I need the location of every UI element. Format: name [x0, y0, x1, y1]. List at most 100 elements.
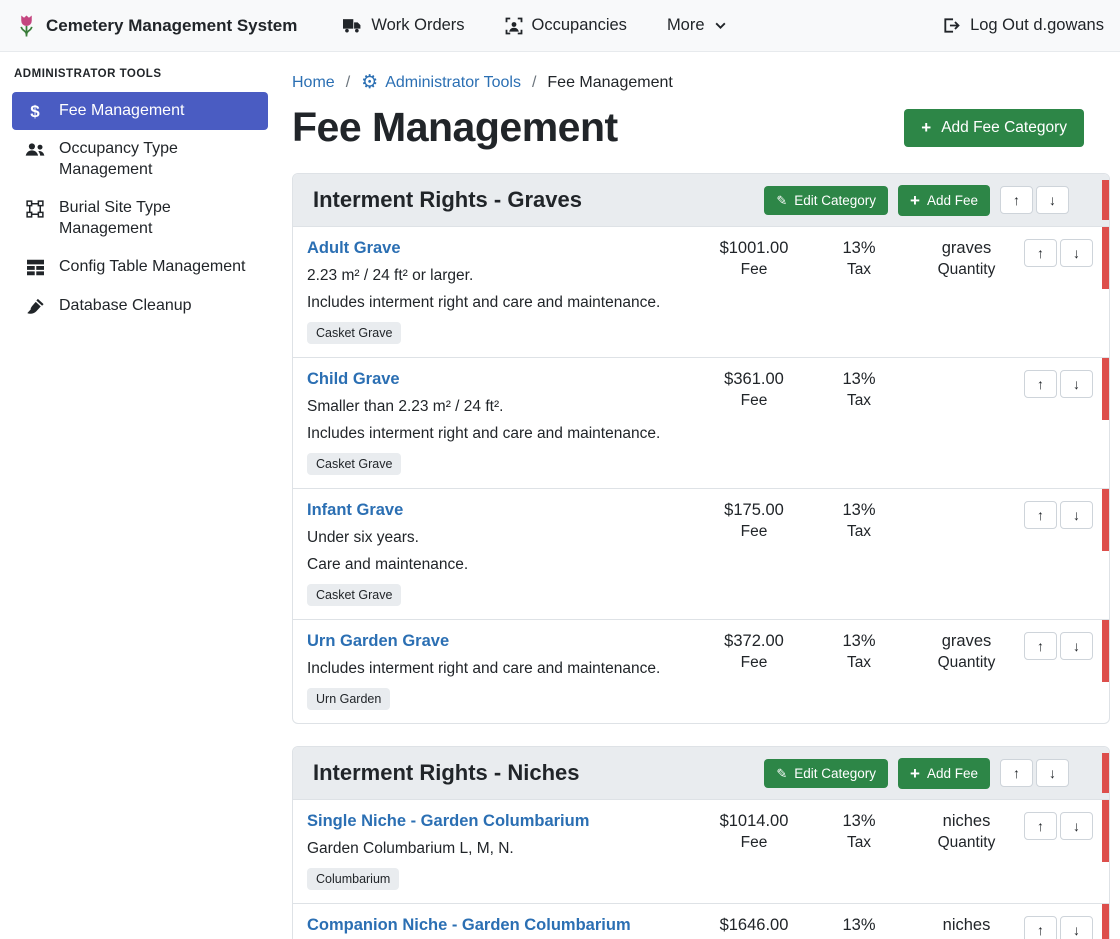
category-actions: ✎ Edit Category + Add Fee ↑ ↓: [764, 185, 1089, 216]
quantity-cell: graves Quantity: [909, 632, 1024, 710]
fee-name-link[interactable]: Infant Grave: [307, 501, 699, 520]
fee-amount-value: $175.00: [699, 501, 809, 520]
tax-value: 13%: [809, 239, 909, 258]
arrow-up-icon: ↑: [1037, 818, 1044, 834]
sidebar-item-fee-management[interactable]: $ Fee Management: [12, 92, 268, 130]
move-category-up-button[interactable]: ↑: [1000, 759, 1033, 787]
fee-amount-value: $1001.00: [699, 239, 809, 258]
fee-amount-label: Fee: [699, 261, 809, 279]
fee-info-cell: Single Niche - Garden Columbarium Garden…: [307, 812, 699, 890]
fee-reorder-controls: ↑ ↓: [1024, 812, 1110, 840]
tax-cell: 13% Tax: [809, 632, 909, 710]
breadcrumb-home-link[interactable]: Home: [292, 74, 335, 92]
fee-amount-label: Fee: [699, 392, 809, 410]
move-category-down-button[interactable]: ↓: [1036, 186, 1069, 214]
plus-icon: +: [910, 765, 920, 782]
top-navbar: Cemetery Management System Work Orders O…: [0, 0, 1120, 52]
arrow-up-icon: ↑: [1013, 765, 1020, 781]
sidebar-item-config-table[interactable]: Config Table Management: [12, 248, 268, 286]
arrow-up-icon: ↑: [1013, 192, 1020, 208]
arrow-down-icon: ↓: [1073, 818, 1080, 834]
arrow-down-icon: ↓: [1049, 192, 1056, 208]
nav-more[interactable]: More: [667, 16, 727, 35]
add-fee-button[interactable]: + Add Fee: [898, 185, 990, 216]
edit-category-button[interactable]: ✎ Edit Category: [764, 186, 888, 215]
fee-list: Adult Grave 2.23 m² / 24 ft² or larger. I…: [293, 226, 1109, 723]
move-fee-up-button[interactable]: ↑: [1024, 370, 1057, 398]
move-fee-up-button[interactable]: ↑: [1024, 239, 1057, 267]
sidebar-heading: ADMINISTRATOR TOOLS: [0, 68, 280, 92]
breadcrumb-current: Fee Management: [547, 74, 672, 92]
nav-links: Work Orders Occupancies More: [343, 16, 726, 35]
move-fee-down-button[interactable]: ↓: [1060, 632, 1093, 660]
category-edge-accent: [1102, 753, 1109, 793]
tax-label: Tax: [809, 654, 909, 672]
logout-button[interactable]: Log Out d.gowans: [942, 16, 1104, 35]
category-reorder-controls: ↑ ↓: [1000, 186, 1069, 214]
fee-amount-cell: $1646.00 Fee: [699, 916, 809, 939]
fee-description: Garden Columbarium L, M, N.: [307, 840, 699, 858]
fee-description: Under six years.: [307, 529, 699, 547]
fee-descriptions: Under six years.Care and maintenance.: [307, 529, 699, 574]
move-fee-up-button[interactable]: ↑: [1024, 632, 1057, 660]
fee-description: 2.23 m² / 24 ft² or larger.: [307, 267, 699, 285]
tax-cell: 13% Tax: [809, 812, 909, 890]
fee-amount-label: Fee: [699, 523, 809, 541]
sidebar-item-label: Occupancy Type Management: [59, 139, 256, 180]
nav-work-orders[interactable]: Work Orders: [343, 16, 464, 35]
fee-name-link[interactable]: Companion Niche - Garden Columbarium: [307, 916, 699, 935]
tax-value: 13%: [809, 370, 909, 389]
category-title: Interment Rights - Niches: [313, 760, 579, 786]
fee-name-link[interactable]: Single Niche - Garden Columbarium: [307, 812, 699, 831]
fee-category-card: Interment Rights - Graves ✎ Edit Categor…: [292, 173, 1110, 724]
pencil-icon: ✎: [776, 767, 787, 780]
tax-label: Tax: [809, 261, 909, 279]
sidebar-item-database-cleanup[interactable]: Database Cleanup: [12, 287, 268, 325]
move-fee-down-button[interactable]: ↓: [1060, 812, 1093, 840]
move-category-down-button[interactable]: ↓: [1036, 759, 1069, 787]
nav-occupancies[interactable]: Occupancies: [505, 16, 627, 35]
tax-label: Tax: [809, 392, 909, 410]
fee-amount-label: Fee: [699, 654, 809, 672]
fee-reorder-controls: ↑ ↓: [1024, 916, 1110, 939]
move-fee-down-button[interactable]: ↓: [1060, 501, 1093, 529]
sidebar-item-occupancy-type[interactable]: Occupancy Type Management: [12, 130, 268, 189]
add-fee-category-label: Add Fee Category: [941, 119, 1067, 137]
fee-info-cell: Urn Garden Grave Includes interment righ…: [307, 632, 699, 710]
move-fee-down-button[interactable]: ↓: [1060, 239, 1093, 267]
quantity-label: Quantity: [909, 834, 1024, 852]
edit-category-button[interactable]: ✎ Edit Category: [764, 759, 888, 788]
page-title: Fee Management: [292, 104, 618, 151]
move-fee-down-button[interactable]: ↓: [1060, 916, 1093, 939]
move-category-up-button[interactable]: ↑: [1000, 186, 1033, 214]
move-fee-up-button[interactable]: ↑: [1024, 916, 1057, 939]
fee-name-link[interactable]: Urn Garden Grave: [307, 632, 699, 651]
move-fee-up-button[interactable]: ↑: [1024, 501, 1057, 529]
move-fee-up-button[interactable]: ↑: [1024, 812, 1057, 840]
sidebar-item-label: Config Table Management: [59, 257, 246, 277]
fee-edge-accent: [1102, 489, 1109, 551]
move-fee-down-button[interactable]: ↓: [1060, 370, 1093, 398]
sidebar-item-burial-site-type[interactable]: Burial Site Type Management: [12, 189, 268, 248]
breadcrumb-separator: /: [346, 74, 350, 92]
fee-amount-value: $372.00: [699, 632, 809, 651]
vector-square-icon: [24, 198, 46, 218]
breadcrumb-admin-tools-link[interactable]: ⚙ Administrator Tools: [361, 73, 521, 92]
fee-type-badge: Urn Garden: [307, 688, 390, 710]
arrow-up-icon: ↑: [1037, 245, 1044, 261]
fee-row: Infant Grave Under six years.Care and ma…: [293, 488, 1109, 619]
pencil-icon: ✎: [776, 194, 787, 207]
breadcrumb-separator: /: [532, 74, 536, 92]
fee-descriptions: Smaller than 2.23 m² / 24 ft².Includes i…: [307, 398, 699, 443]
fee-name-link[interactable]: Child Grave: [307, 370, 699, 389]
fee-reorder-controls: ↑ ↓: [1024, 370, 1110, 398]
add-fee-button[interactable]: + Add Fee: [898, 758, 990, 789]
fee-info-cell: Companion Niche - Garden Columbarium Gar…: [307, 916, 699, 939]
nav-label: Work Orders: [371, 16, 464, 35]
app-brand[interactable]: Cemetery Management System: [16, 13, 297, 39]
fee-name-link[interactable]: Adult Grave: [307, 239, 699, 258]
quantity-value: graves: [909, 239, 1024, 258]
add-fee-category-button[interactable]: + Add Fee Category: [904, 109, 1084, 147]
arrow-down-icon: ↓: [1073, 922, 1080, 938]
fee-amount-value: $361.00: [699, 370, 809, 389]
